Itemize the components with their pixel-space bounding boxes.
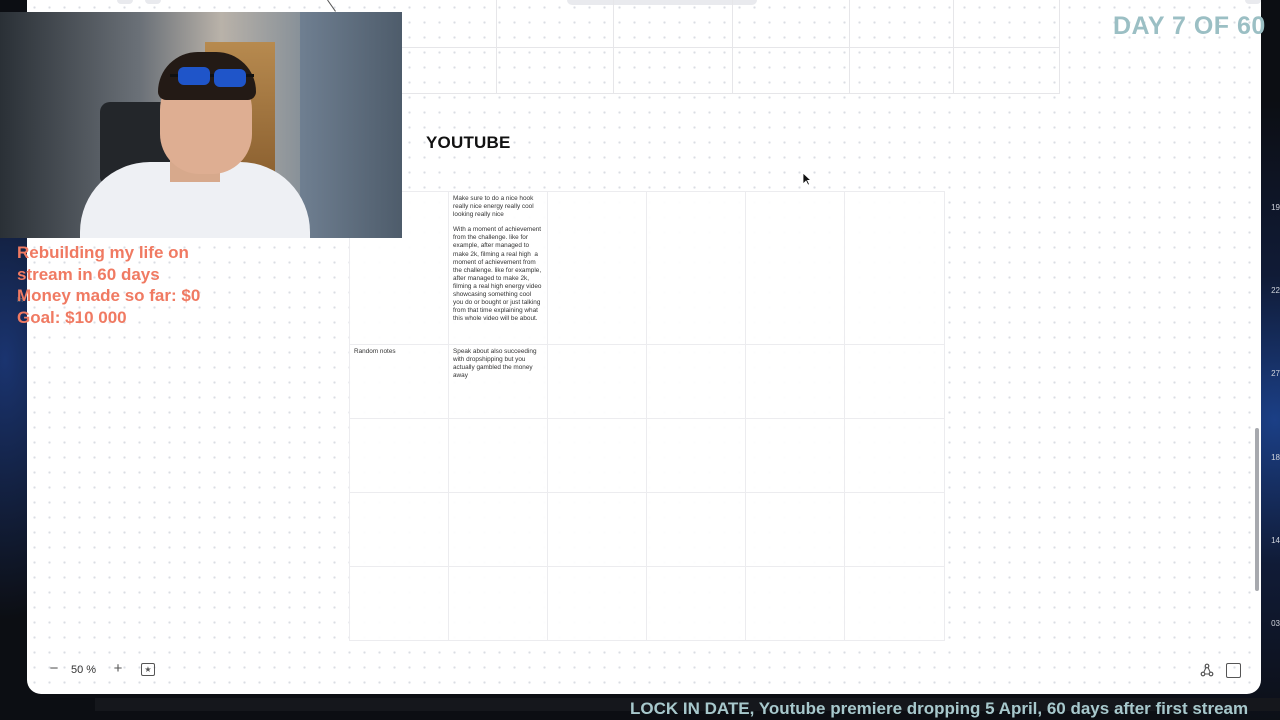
window-button[interactable] [1245, 0, 1261, 4]
zoom-level[interactable]: 50 % [71, 664, 96, 676]
connector-line [327, 0, 336, 12]
note-cell[interactable]: Speak about also succeeding with dropshi… [448, 344, 548, 419]
zoom-controls: − 50 % + ★ [27, 656, 187, 684]
note-paragraph: With a moment of achievement from the ch… [453, 226, 544, 323]
note-paragraph: Make sure to do a nice hook really nice … [453, 195, 536, 219]
table-cell[interactable] [448, 492, 548, 567]
day-counter: DAY 7 OF 60 [1113, 12, 1266, 40]
table-cell[interactable] [745, 492, 845, 567]
star-icon[interactable]: ★ [141, 663, 155, 676]
webcam-wall [300, 12, 402, 238]
sunglasses-lens [178, 67, 210, 85]
table-cell[interactable] [646, 418, 746, 493]
overlay-line: Money made so far: $0 [17, 286, 201, 305]
webcam-feed [0, 12, 402, 238]
ticker-banner: LOCK IN DATE, Youtube premiere dropping … [630, 699, 1249, 718]
table-cell[interactable] [844, 344, 945, 419]
table-row [349, 492, 945, 567]
connector-icon[interactable] [1200, 663, 1214, 677]
table-cell[interactable] [547, 418, 647, 493]
sunglasses-lens [214, 69, 246, 87]
vertical-scrollbar[interactable] [1255, 428, 1259, 591]
zoom-in-button[interactable]: + [111, 660, 125, 678]
edge-number: 19 [1271, 203, 1280, 212]
table-cell[interactable] [646, 344, 746, 419]
edge-number: 14 [1271, 536, 1280, 545]
edge-number: 03 [1271, 619, 1280, 628]
table-cell[interactable] [448, 566, 548, 641]
note-paragraph: Speak about also succeeding with dropshi… [453, 348, 539, 380]
table-row [349, 418, 945, 493]
window-button[interactable] [145, 0, 161, 4]
table-cell[interactable] [646, 566, 746, 641]
note-cell[interactable]: Make sure to do a nice hook really nice … [448, 191, 548, 345]
stream-goal-overlay: Rebuilding my life on stream in 60 days … [17, 242, 277, 328]
overlay-line: Rebuilding my life on [17, 243, 189, 262]
section-title[interactable]: YOUTUBE [426, 133, 511, 153]
table-cell[interactable] [844, 418, 945, 493]
overlay-line: Goal: $10 000 [17, 307, 127, 327]
window-button[interactable] [117, 0, 133, 4]
row-label-cell[interactable]: Random notes [349, 344, 449, 419]
table-grid-icon[interactable] [1226, 663, 1241, 678]
table-cell[interactable] [448, 418, 548, 493]
row-label-cell[interactable] [349, 492, 449, 567]
table-cell[interactable] [646, 492, 746, 567]
table-cell[interactable] [547, 566, 647, 641]
table-cell[interactable] [745, 191, 845, 345]
table-cell[interactable] [844, 566, 945, 641]
table-cell[interactable] [745, 418, 845, 493]
zoom-out-button[interactable]: − [47, 660, 61, 678]
table-cell[interactable] [844, 492, 945, 567]
table-cell[interactable] [547, 191, 647, 345]
row-label-cell[interactable] [349, 418, 449, 493]
upper-table-fragment[interactable] [402, 0, 1060, 94]
table-cell[interactable] [646, 191, 746, 345]
table-cell[interactable] [547, 344, 647, 419]
table-divider [402, 47, 1059, 48]
table-cell[interactable] [745, 566, 845, 641]
table-cell[interactable] [547, 492, 647, 567]
edge-number: 22 [1271, 286, 1280, 295]
table-row [349, 566, 945, 641]
table-cell[interactable] [745, 344, 845, 419]
youtube-table[interactable]: Make sure to do a nice hook really nice … [349, 191, 945, 641]
edge-number: 27 [1271, 369, 1280, 378]
edge-number: 18 [1271, 453, 1280, 462]
table-row: Random notes Speak about also succeeding… [349, 344, 945, 419]
mouse-cursor-icon [802, 172, 812, 186]
row-label-cell[interactable] [349, 566, 449, 641]
table-row: Make sure to do a nice hook really nice … [349, 191, 945, 345]
overlay-line: stream in 60 days [17, 264, 160, 284]
table-cell[interactable] [844, 191, 945, 345]
